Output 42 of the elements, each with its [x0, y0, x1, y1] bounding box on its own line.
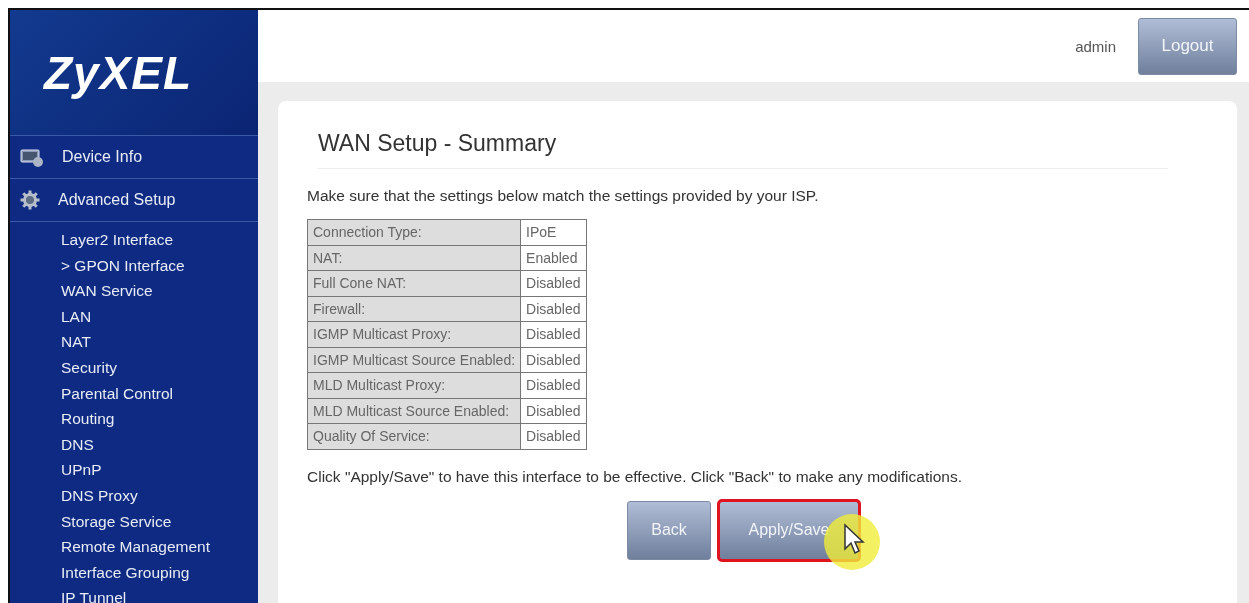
intro-text: Make sure that the settings below match the settings provided by your ISP.	[307, 187, 820, 205]
setting-label: IGMP Multicast Source Enabled:	[307, 347, 521, 373]
setting-label: IGMP Multicast Proxy:	[307, 321, 521, 347]
setting-value: Disabled	[520, 372, 587, 398]
submenu-item[interactable]: LAN	[61, 303, 258, 330]
setting-value: Disabled	[520, 423, 587, 449]
submenu-item[interactable]: > GPON Interface	[61, 252, 258, 279]
menu-item[interactable]: Device Info	[10, 136, 258, 179]
setting-value: Disabled	[520, 398, 587, 424]
submenu-item[interactable]: Layer2 Interface	[61, 227, 258, 253]
setting-value: Disabled	[520, 347, 587, 373]
submenu-item[interactable]: DNS Proxy	[61, 482, 258, 509]
submenu-item[interactable]: UPnP	[61, 457, 258, 483]
setting-value: Disabled	[520, 270, 587, 296]
monitor-icon	[20, 147, 44, 167]
gear-icon	[20, 190, 40, 210]
setting-label: Connection Type:	[307, 219, 521, 245]
submenu-item[interactable]: Remote Management	[61, 534, 258, 560]
setting-value: Enabled	[520, 245, 587, 271]
setting-label: NAT:	[307, 245, 521, 271]
setting-value: IPoE	[520, 219, 587, 245]
setting-label: Full Cone NAT:	[307, 270, 521, 296]
setting-value: Disabled	[520, 321, 587, 347]
username: admin	[1075, 37, 1116, 55]
submenu-item[interactable]: Security	[61, 354, 258, 381]
submenu-item[interactable]: IP Tunnel	[61, 585, 258, 603]
submenu-item[interactable]: Interface Grouping	[61, 559, 258, 586]
submenu-item[interactable]: DNS	[61, 431, 258, 458]
setting-label: MLD Multicast Proxy:	[307, 372, 521, 398]
page-title: WAN Setup - Summary	[318, 130, 1168, 169]
submenu-item[interactable]: Parental Control	[61, 380, 258, 407]
setting-label: Firewall:	[307, 296, 521, 322]
setting-label: Quality Of Service:	[307, 423, 521, 449]
submenu-item[interactable]: NAT	[61, 329, 258, 355]
setting-value: Disabled	[520, 296, 587, 322]
submenu-item[interactable]: Routing	[61, 406, 258, 432]
instruction-text: Click "Apply/Save" to have this interface to be effective. Click "Back" to make any modifications.	[307, 467, 963, 486]
setting-label: MLD Multicast Source Enabled:	[307, 398, 521, 424]
menu-item[interactable]: Advanced Setup	[10, 179, 258, 222]
submenu-item[interactable]: Storage Service	[61, 508, 258, 535]
logo: ZyXEL	[44, 45, 193, 100]
submenu-item[interactable]: WAN Service	[61, 278, 258, 304]
